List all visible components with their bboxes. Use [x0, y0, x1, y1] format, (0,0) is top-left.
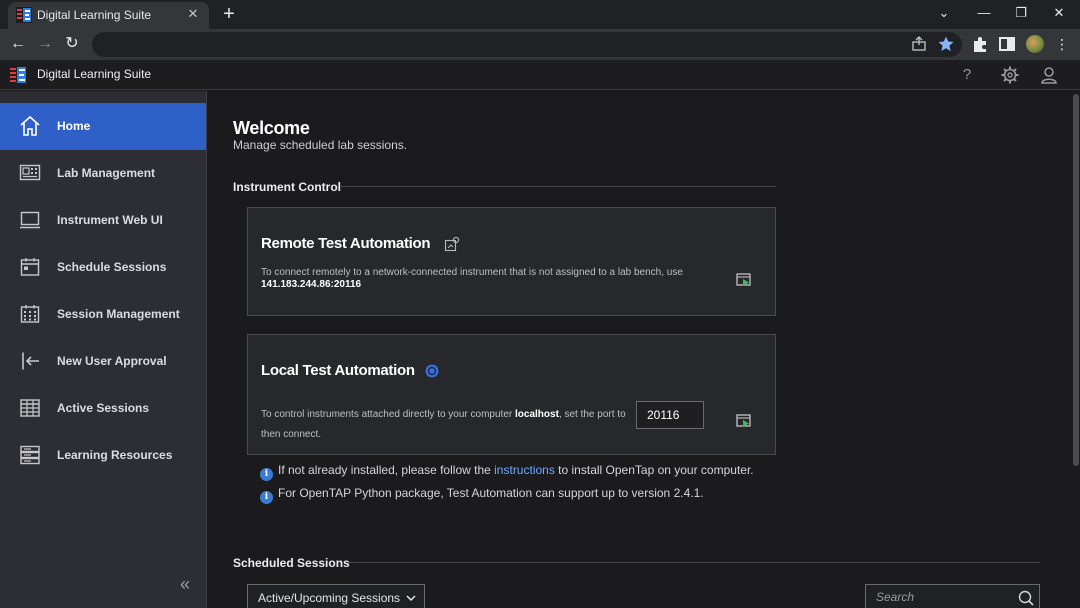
sidebar-item-active-sessions[interactable]: Active Sessions [0, 385, 206, 432]
app-favicon-icon [16, 7, 32, 23]
sidebar-item-schedule-sessions[interactable]: Schedule Sessions [0, 244, 206, 291]
sidebar-item-label: Learning Resources [57, 448, 173, 462]
monitor-icon [20, 211, 40, 229]
local-automation-title: Local Test Automation [261, 362, 415, 379]
app-header: Digital Learning Suite ? [0, 60, 1080, 90]
page-scrollbar[interactable] [1071, 91, 1080, 608]
sidebar-item-lab-management[interactable]: Lab Management [0, 150, 206, 197]
back-button[interactable]: ← [6, 33, 30, 55]
remote-connection-icon[interactable] [444, 236, 460, 252]
sidebar-item-instrument-web-ui[interactable]: Instrument Web UI [0, 197, 206, 244]
server-stack-icon [20, 445, 40, 465]
sidebar-item-label: Home [57, 119, 91, 133]
user-profile-icon[interactable] [1039, 65, 1059, 85]
remote-address: 141.183.244.86:20116 [261, 279, 362, 290]
close-tab-icon[interactable]: ✕ [185, 6, 201, 22]
section-divider [341, 186, 776, 187]
sidebar-item-label: Active Sessions [57, 401, 150, 415]
local-status-icon[interactable] [424, 363, 440, 379]
launch-remote-icon[interactable] [736, 272, 752, 288]
help-icon[interactable]: ? [957, 65, 977, 85]
table-icon [20, 399, 40, 417]
local-text-after: , set the port to [558, 409, 626, 420]
launch-local-icon[interactable] [736, 413, 752, 429]
settings-gear-icon[interactable] [1000, 65, 1020, 85]
sidebar-item-label: Instrument Web UI [57, 213, 163, 227]
address-bar[interactable] [92, 32, 962, 57]
local-text-before: To control instruments attached directly… [261, 409, 513, 420]
sidebar-item-home[interactable]: Home [0, 103, 206, 150]
main-content: Welcome Manage scheduled lab sessions. I… [207, 91, 1071, 608]
bookmark-star-icon[interactable] [937, 35, 955, 53]
page-subtitle: Manage scheduled lab sessions. [233, 138, 408, 152]
calendar-grid-icon [20, 305, 40, 323]
tab-title: Digital Learning Suite [37, 8, 152, 22]
local-instructions-line2: then connect. [261, 429, 322, 440]
local-automation-card: Local Test Automation To control instrum… [247, 334, 776, 455]
remote-instructions: To connect remotely to a network-connect… [261, 267, 683, 278]
sidebar-item-label: Schedule Sessions [57, 260, 167, 274]
info-text: If not already installed, please follow … [278, 463, 495, 477]
info-icon: i [260, 468, 273, 481]
tab-search-chevron-icon[interactable]: ⌄ [933, 3, 955, 23]
section-divider [349, 562, 1040, 563]
session-filter-dropdown[interactable]: Active/Upcoming Sessions [247, 584, 425, 608]
extensions-puzzle-icon[interactable] [970, 34, 990, 54]
browser-toolbar: ← → ↻ ⋮ [0, 29, 1080, 60]
local-instructions: To control instruments attached directly… [261, 409, 626, 420]
sidebar-item-label: Lab Management [57, 166, 156, 180]
sidebar-item-new-user-approval[interactable]: New User Approval [0, 338, 206, 385]
app-logo [10, 67, 26, 83]
port-input[interactable] [636, 401, 704, 429]
sidebar-item-learning-resources[interactable]: Learning Resources [0, 432, 206, 479]
session-search [865, 584, 1040, 608]
instrument-control-heading: Instrument Control [233, 180, 341, 194]
forward-button[interactable]: → [33, 33, 57, 55]
info-python-version: i For OpenTAP Python package, Test Automa… [260, 486, 704, 504]
scrollbar-thumb[interactable] [1073, 94, 1079, 466]
session-filter-value: Active/Upcoming Sessions [258, 591, 401, 605]
info-text: to install OpenTap on your computer. [554, 463, 754, 477]
info-install-opentap: i If not already installed, please follow… [260, 463, 754, 481]
sidebar-item-label: New User Approval [57, 354, 167, 368]
close-window-button[interactable]: ✕ [1048, 3, 1070, 23]
collapse-sidebar-button[interactable]: « [175, 573, 195, 595]
remote-automation-card: Remote Test Automation To connect remote… [247, 207, 776, 316]
chevron-down-icon [406, 595, 416, 602]
search-input[interactable] [866, 585, 1011, 608]
profile-avatar[interactable] [1026, 35, 1044, 53]
scheduled-sessions-heading: Scheduled Sessions [233, 556, 350, 570]
localhost-label: localhost [515, 409, 559, 420]
app-title: Digital Learning Suite [37, 67, 152, 81]
calendar-icon [20, 258, 40, 276]
login-arrow-icon [22, 352, 39, 370]
page-title: Welcome [233, 118, 310, 138]
remote-automation-title: Remote Test Automation [261, 235, 431, 252]
sidebar: Home Lab Management Instrument Web UI Sc… [0, 91, 207, 608]
info-text: For OpenTAP Python package, Test Automat… [278, 486, 704, 500]
minimize-button[interactable]: — [973, 3, 995, 23]
restore-button[interactable]: ❐ [1010, 3, 1032, 23]
browser-tab[interactable]: Digital Learning Suite ✕ [8, 2, 209, 29]
new-tab-button[interactable]: + [218, 3, 240, 25]
instructions-link[interactable]: instructions [494, 463, 555, 477]
browser-tab-strip: Digital Learning Suite ✕ + ⌄ — ❐ ✕ [0, 0, 1080, 29]
lab-management-icon [19, 164, 41, 181]
info-icon: i [260, 491, 273, 504]
share-icon[interactable] [910, 35, 928, 53]
side-panel-icon[interactable] [997, 34, 1017, 54]
search-icon[interactable] [1017, 589, 1035, 607]
reload-button[interactable]: ↻ [60, 33, 84, 55]
sidebar-item-label: Session Management [57, 307, 180, 321]
home-icon [20, 115, 40, 136]
sidebar-item-session-management[interactable]: Session Management [0, 291, 206, 338]
browser-menu-icon[interactable]: ⋮ [1052, 34, 1072, 54]
